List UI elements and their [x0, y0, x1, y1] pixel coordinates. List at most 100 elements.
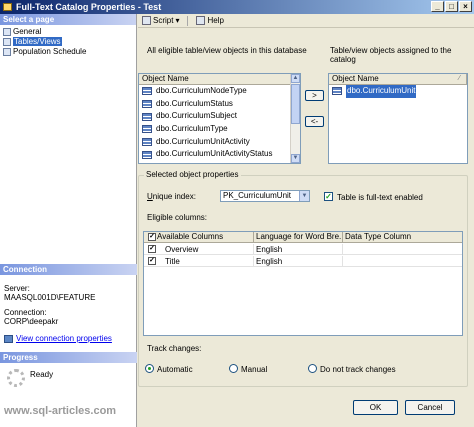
ok-button[interactable]: OK — [353, 400, 398, 415]
do-not-track-label: Do not track changes — [320, 365, 396, 374]
list-item[interactable]: dbo.CurriculumUnitActivity — [139, 136, 300, 149]
unique-index-label: Unique index: — [147, 192, 196, 201]
table-icon — [142, 100, 152, 109]
chevron-down-icon: ▼ — [299, 191, 309, 201]
list-item[interactable]: dbo.CurriculumStatus — [139, 98, 300, 111]
window-title-bar[interactable]: Full-Text Catalog Properties - Test _ □ … — [0, 0, 474, 14]
language-cell[interactable]: English — [254, 256, 343, 267]
list-item[interactable]: dbo.CurriculumUnitActivityStatus — [139, 148, 300, 161]
table-icon — [332, 87, 342, 96]
eligible-list-scrollbar[interactable]: ▲ ▼ — [290, 74, 300, 163]
connection-properties-icon — [4, 334, 13, 343]
progress-header: Progress — [0, 352, 137, 363]
minimize-button[interactable]: _ — [431, 1, 444, 12]
help-button[interactable]: Help — [196, 16, 224, 25]
progress-status: Ready — [30, 370, 54, 379]
add-object-button[interactable]: > — [305, 90, 324, 101]
grid-header: Available Columns Language for Word Bre.… — [144, 232, 462, 243]
server-value: MAASQL001D\FEATURE — [4, 293, 96, 302]
maximize-button[interactable]: □ — [445, 1, 458, 12]
page-item-general[interactable]: General — [2, 27, 136, 37]
scroll-down-icon[interactable]: ▼ — [291, 154, 300, 163]
cancel-button[interactable]: Cancel — [405, 400, 455, 415]
column-include-checkbox[interactable]: ✓ — [148, 245, 156, 253]
toolbar-separator — [187, 15, 189, 26]
window-controls: _ □ × — [431, 1, 472, 12]
remove-object-button[interactable]: <- — [305, 116, 324, 127]
eligible-objects-label: All eligible table/view objects in this … — [147, 46, 307, 55]
eligible-columns-grid[interactable]: Available Columns Language for Word Bre.… — [143, 231, 463, 336]
page-icon — [3, 38, 11, 46]
chevron-down-icon: ▾ — [175, 16, 180, 25]
assigned-object-name-header[interactable]: Object Name ⁄ — [329, 74, 467, 85]
help-label: Help — [207, 16, 224, 25]
connection-header: Connection — [0, 264, 137, 275]
page-item-label: Tables/Views — [13, 37, 62, 46]
fulltext-enabled-checkbox[interactable]: ✓ — [324, 192, 333, 201]
connection-label: Connection: — [4, 308, 47, 317]
page-item-label: General — [13, 27, 42, 36]
do-not-track-radio[interactable] — [308, 364, 317, 373]
column-name-cell: Overview — [159, 244, 254, 255]
track-automatic-label: Automatic — [157, 365, 193, 374]
scroll-up-icon[interactable]: ▲ — [291, 74, 300, 83]
left-panel: Select a page General Tables/Views Popul… — [0, 14, 137, 427]
page-item-label: Population Schedule — [13, 47, 87, 56]
track-manual-label: Manual — [241, 365, 268, 374]
page-item-population-schedule[interactable]: Population Schedule — [2, 47, 136, 57]
connection-section: Connection Server: MAASQL001D\FEATURE Co… — [0, 264, 137, 343]
window-title: Full-Text Catalog Properties - Test — [16, 2, 162, 12]
eligible-objects-list[interactable]: Object Name ⁄ dbo.CurriculumNodeType dbo… — [138, 73, 301, 164]
list-item[interactable]: dbo.CurriculumNodeType — [139, 85, 300, 98]
page-icon — [3, 28, 11, 36]
sort-icon: ⁄ — [458, 75, 460, 82]
track-changes-label: Track changes: — [147, 344, 202, 353]
assigned-objects-label: Table/view objects assigned to the — [330, 46, 452, 55]
eligible-columns-label: Eligible columns: — [147, 213, 208, 222]
script-button[interactable]: Script ▾ — [142, 16, 179, 25]
table-icon — [142, 112, 152, 121]
track-manual-radio[interactable] — [229, 364, 238, 373]
list-item[interactable]: dbo.CurriculumSubject — [139, 110, 300, 123]
table-icon — [142, 87, 152, 96]
select-all-checkbox[interactable]: ✓ — [148, 233, 156, 241]
progress-section: Progress Ready — [0, 352, 137, 403]
script-label: Script — [153, 16, 174, 25]
script-icon — [142, 16, 151, 25]
server-label: Server: — [4, 284, 30, 293]
scroll-thumb[interactable] — [291, 84, 300, 124]
list-item[interactable]: dbo.CurriculumUnit — [329, 85, 467, 98]
data-type-column-header[interactable]: Data Type Column — [343, 232, 462, 243]
available-columns-header[interactable]: Available Columns — [144, 232, 254, 243]
app-icon — [3, 3, 12, 11]
list-item[interactable]: dbo.CurriculumType — [139, 123, 300, 136]
language-cell[interactable]: English — [254, 244, 343, 255]
table-row[interactable]: ✓ Overview English — [144, 244, 462, 255]
view-connection-properties-link[interactable]: View connection properties — [16, 334, 112, 343]
connection-value: CORP\deepakr — [4, 317, 59, 326]
table-icon — [142, 150, 152, 159]
close-button[interactable]: × — [459, 1, 472, 12]
progress-spinner-icon — [7, 369, 25, 387]
track-automatic-radio[interactable] — [145, 364, 154, 373]
assigned-objects-list[interactable]: Object Name ⁄ dbo.CurriculumUnit — [328, 73, 468, 164]
page-item-tables-views[interactable]: Tables/Views — [2, 37, 136, 47]
unique-index-select[interactable]: PK_CurriculumUnit ▼ — [220, 190, 310, 202]
watermark: www.sql-articles.com — [4, 405, 117, 417]
toolbar: Script ▾ Help — [138, 14, 474, 28]
group-title: Selected object properties — [144, 170, 241, 179]
language-header[interactable]: Language for Word Bre... — [254, 232, 343, 243]
select-page-header: Select a page — [0, 14, 136, 25]
page-list: General Tables/Views Population Schedule — [0, 25, 136, 57]
table-icon — [142, 125, 152, 134]
data-type-cell[interactable] — [343, 256, 462, 267]
eligible-object-name-header[interactable]: Object Name ⁄ — [139, 74, 300, 85]
data-type-cell[interactable] — [343, 244, 462, 255]
assigned-objects-label-line2: catalog — [330, 55, 356, 64]
fulltext-enabled-label: Table is full-text enabled — [337, 193, 423, 202]
help-icon — [196, 16, 206, 25]
table-icon — [142, 138, 152, 147]
column-include-checkbox[interactable]: ✓ — [148, 257, 156, 265]
column-name-cell: Title — [159, 256, 254, 267]
table-row[interactable]: ✓ Title English — [144, 256, 462, 267]
